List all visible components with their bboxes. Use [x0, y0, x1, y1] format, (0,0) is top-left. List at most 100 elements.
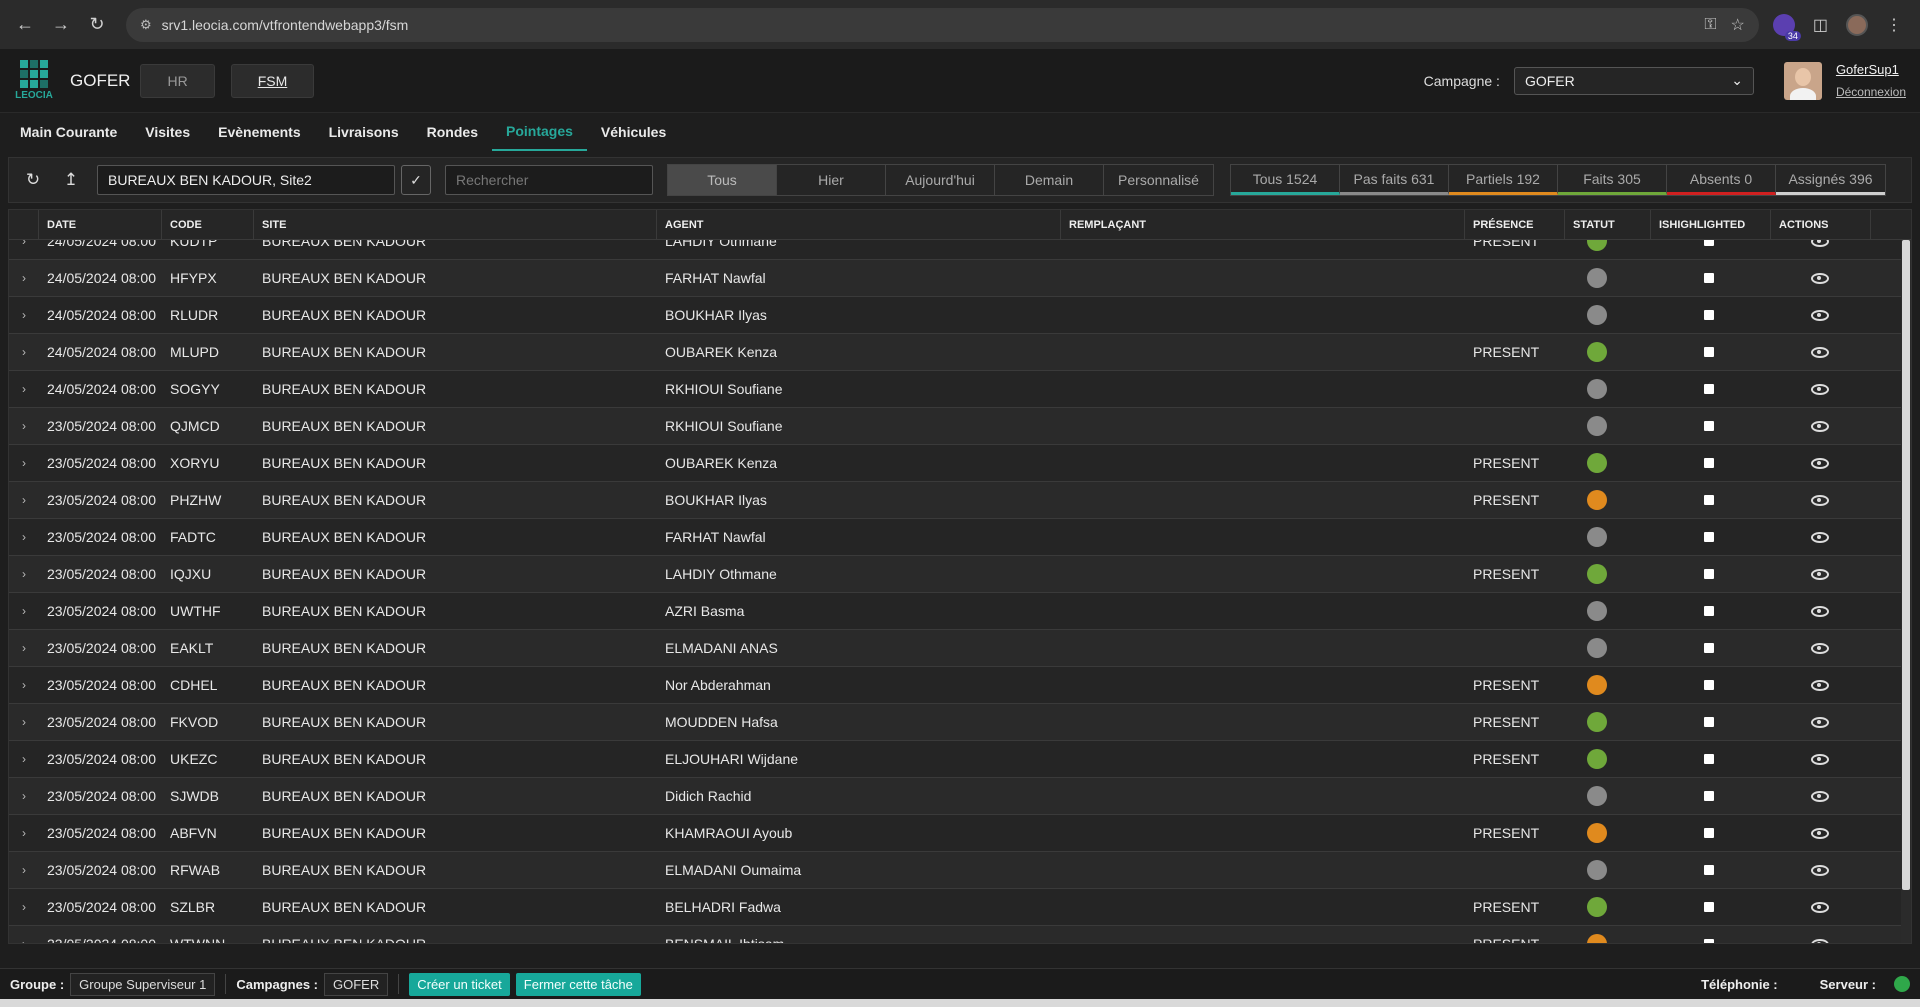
header-remplacant[interactable]: REMPLAÇANT	[1061, 210, 1465, 239]
table-scrollbar[interactable]	[1901, 240, 1911, 943]
status-filter-1[interactable]: Pas faits 631	[1340, 165, 1449, 195]
expand-chevron-icon[interactable]: ›	[9, 556, 39, 592]
expand-chevron-icon[interactable]: ›	[9, 704, 39, 740]
status-filter-5[interactable]: Assignés 396	[1776, 165, 1885, 195]
date-filter-personnalise[interactable]: Personnalisé	[1104, 165, 1213, 195]
highlight-checkbox[interactable]	[1704, 939, 1714, 943]
campaign-select[interactable]: GOFER ⌄	[1513, 66, 1754, 95]
upload-icon[interactable]: ↥	[55, 164, 87, 196]
refresh-icon[interactable]: ↻	[17, 164, 49, 196]
close-task-button[interactable]: Fermer cette tâche	[515, 972, 641, 996]
table-row[interactable]: › 23/05/2024 08:00 FADTC BUREAUX BEN KADOUR…	[9, 519, 1901, 556]
module-fsm-button[interactable]: FSM	[230, 63, 315, 98]
status-filter-3[interactable]: Faits 305	[1558, 165, 1667, 195]
table-row[interactable]: › 24/05/2024 08:00 RLUDR BUREAUX BEN KADOUR…	[9, 297, 1901, 334]
expand-chevron-icon[interactable]: ›	[9, 889, 39, 925]
expand-chevron-icon[interactable]: ›	[9, 630, 39, 666]
status-filter-2[interactable]: Partiels 192	[1449, 165, 1558, 195]
date-filter-hier[interactable]: Hier	[777, 165, 886, 195]
view-eye-icon[interactable]	[1811, 716, 1829, 728]
expand-chevron-icon[interactable]: ›	[9, 408, 39, 444]
expand-chevron-icon[interactable]: ›	[9, 852, 39, 888]
table-row[interactable]: › 23/05/2024 08:00 CDHEL BUREAUX BEN KADOUR…	[9, 667, 1901, 704]
browser-menu-icon[interactable]: ⋮	[1886, 15, 1902, 35]
module-hr-button[interactable]: HR	[140, 63, 215, 98]
expand-chevron-icon[interactable]: ›	[9, 334, 39, 370]
expand-chevron-icon[interactable]: ›	[9, 260, 39, 296]
scrollbar-thumb[interactable]	[1902, 240, 1910, 890]
logout-link[interactable]: Déconnexion	[1836, 85, 1906, 99]
view-eye-icon[interactable]	[1811, 568, 1829, 580]
extensions-puzzle-icon[interactable]: ◫	[1813, 15, 1828, 35]
highlight-checkbox[interactable]	[1704, 643, 1714, 653]
view-eye-icon[interactable]	[1811, 346, 1829, 358]
view-eye-icon[interactable]	[1811, 938, 1829, 943]
table-row[interactable]: › 24/05/2024 08:00 SOGYY BUREAUX BEN KADOUR…	[9, 371, 1901, 408]
header-code[interactable]: CODE	[162, 210, 254, 239]
view-eye-icon[interactable]	[1811, 309, 1829, 321]
expand-chevron-icon[interactable]: ›	[9, 667, 39, 703]
back-arrow-icon[interactable]: ←	[10, 10, 40, 40]
table-row[interactable]: › 23/05/2024 08:00 XORYU BUREAUX BEN KADOUR…	[9, 445, 1901, 482]
view-eye-icon[interactable]	[1811, 901, 1829, 913]
bookmark-star-icon[interactable]: ☆	[1731, 15, 1745, 35]
reload-icon[interactable]: ↻	[82, 10, 112, 40]
expand-chevron-icon[interactable]: ›	[9, 297, 39, 333]
highlight-checkbox[interactable]	[1704, 310, 1714, 320]
header-presence[interactable]: PRÉSENCE	[1465, 210, 1565, 239]
expand-chevron-icon[interactable]: ›	[9, 445, 39, 481]
search-input[interactable]: Rechercher	[445, 165, 653, 195]
table-row[interactable]: › 23/05/2024 08:00 ABFVN BUREAUX BEN KADOUR…	[9, 815, 1901, 852]
view-eye-icon[interactable]	[1811, 457, 1829, 469]
view-eye-icon[interactable]	[1811, 642, 1829, 654]
highlight-checkbox[interactable]	[1704, 902, 1714, 912]
highlight-checkbox[interactable]	[1704, 532, 1714, 542]
expand-chevron-icon[interactable]: ›	[9, 519, 39, 555]
table-row[interactable]: › 23/05/2024 08:00 IQJXU BUREAUX BEN KADOUR…	[9, 556, 1901, 593]
highlight-checkbox[interactable]	[1704, 791, 1714, 801]
tab-rondes[interactable]: Rondes	[413, 113, 492, 151]
highlight-checkbox[interactable]	[1704, 754, 1714, 764]
header-agent[interactable]: AGENT	[657, 210, 1061, 239]
highlight-checkbox[interactable]	[1704, 347, 1714, 357]
table-row[interactable]: › 23/05/2024 08:00 UKEZC BUREAUX BEN KADOUR…	[9, 741, 1901, 778]
table-row[interactable]: › 23/05/2024 08:00 EAKLT BUREAUX BEN KADOUR…	[9, 630, 1901, 667]
highlight-checkbox[interactable]	[1704, 421, 1714, 431]
header-statut[interactable]: STATUT	[1565, 210, 1651, 239]
header-actions[interactable]: ACTIONS	[1771, 210, 1871, 239]
view-eye-icon[interactable]	[1811, 494, 1829, 506]
key-icon[interactable]: ⚿	[1704, 16, 1716, 34]
view-eye-icon[interactable]	[1811, 272, 1829, 284]
address-bar[interactable]: ⚙ srv1.leocia.com/vtfrontendwebapp3/fsm …	[126, 7, 1759, 42]
date-filter-demain[interactable]: Demain	[995, 165, 1104, 195]
view-eye-icon[interactable]	[1811, 790, 1829, 802]
highlight-checkbox[interactable]	[1704, 273, 1714, 283]
highlight-checkbox[interactable]	[1704, 717, 1714, 727]
table-row[interactable]: ›23/05/2024 08:00WTWNNBUREAUX BEN KADOUR…	[9, 926, 1901, 943]
expand-chevron-icon[interactable]: ›	[9, 741, 39, 777]
tab-evenements[interactable]: Evènements	[204, 113, 314, 151]
expand-chevron-icon[interactable]: ›	[9, 778, 39, 814]
expand-chevron-icon[interactable]: ›	[9, 240, 39, 259]
view-eye-icon[interactable]	[1811, 383, 1829, 395]
view-eye-icon[interactable]	[1811, 827, 1829, 839]
highlight-checkbox[interactable]	[1704, 240, 1714, 246]
tab-pointages[interactable]: Pointages	[491, 113, 587, 151]
view-eye-icon[interactable]	[1811, 605, 1829, 617]
header-ishighlighted[interactable]: ISHIGHLIGHTED	[1651, 210, 1771, 239]
header-date[interactable]: DATE	[39, 210, 162, 239]
view-eye-icon[interactable]	[1811, 531, 1829, 543]
site-info-icon[interactable]: ⚙	[140, 17, 152, 33]
table-row[interactable]: › 23/05/2024 08:00 PHZHW BUREAUX BEN KADOUR…	[9, 482, 1901, 519]
expand-chevron-icon[interactable]: ›	[9, 815, 39, 851]
header-site[interactable]: SITE	[254, 210, 657, 239]
expand-chevron-icon[interactable]: ›	[9, 371, 39, 407]
view-eye-icon[interactable]	[1811, 420, 1829, 432]
highlight-checkbox[interactable]	[1704, 680, 1714, 690]
table-row[interactable]: › 24/05/2024 08:00 HFYPX BUREAUX BEN KADOUR…	[9, 260, 1901, 297]
edit-check-icon[interactable]: ✓	[401, 165, 431, 195]
expand-chevron-icon[interactable]: ›	[9, 926, 39, 943]
status-filter-4[interactable]: Absents 0	[1667, 165, 1776, 195]
highlight-checkbox[interactable]	[1704, 569, 1714, 579]
user-avatar[interactable]	[1783, 61, 1822, 100]
